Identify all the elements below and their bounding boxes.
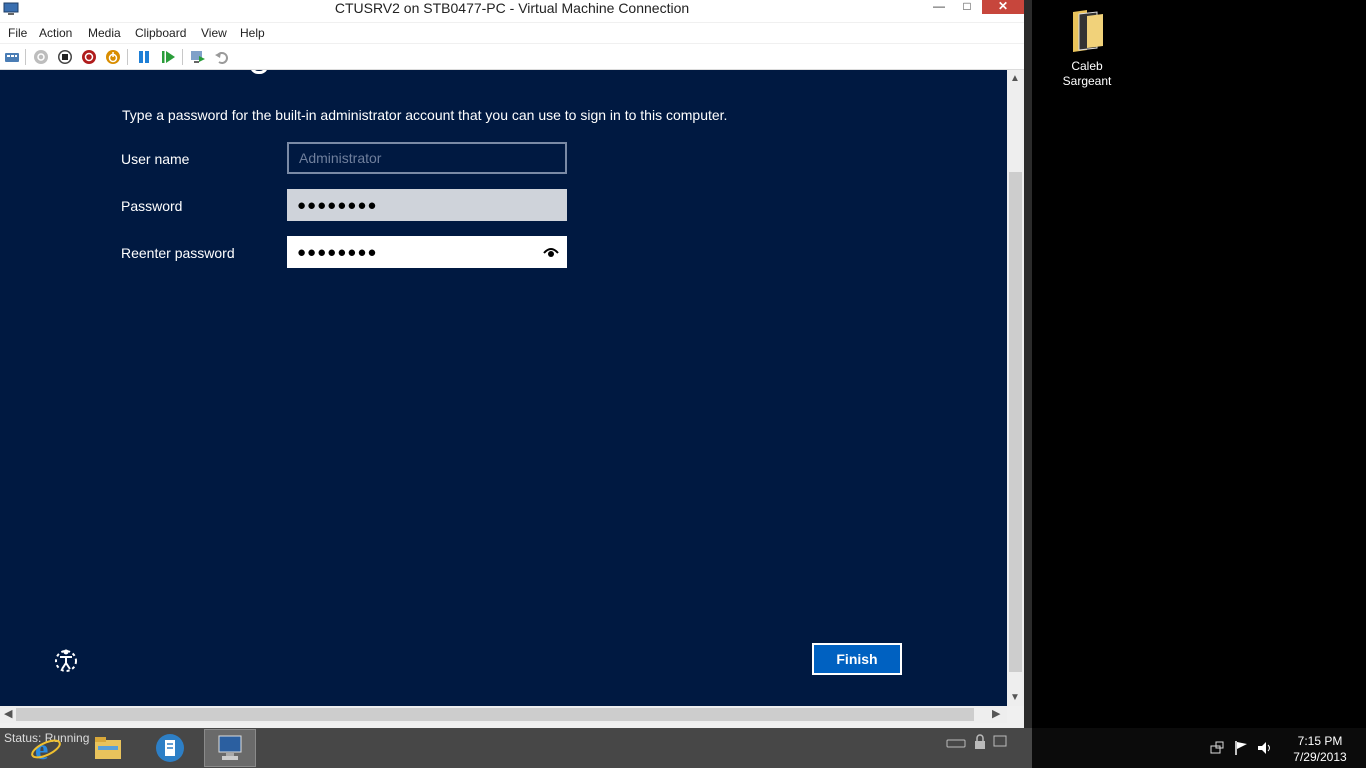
guest-screen[interactable]: Type a password for the built-in adminis… bbox=[0, 70, 1007, 706]
scroll-right-arrow-icon[interactable]: ▶ bbox=[992, 707, 1000, 720]
scroll-left-arrow-icon[interactable]: ◀ bbox=[4, 707, 12, 720]
turn-off-icon[interactable] bbox=[56, 48, 74, 66]
scroll-up-arrow-icon[interactable]: ▲ bbox=[1010, 73, 1020, 84]
checkpoint-icon[interactable] bbox=[189, 48, 207, 66]
taskbar-server-manager[interactable] bbox=[146, 729, 194, 767]
network-tray-icon[interactable] bbox=[1209, 740, 1225, 756]
file-explorer-icon bbox=[95, 737, 121, 759]
menu-bar: File Action Media Clipboard View Help bbox=[0, 23, 1024, 43]
setup-instruction: Type a password for the built-in adminis… bbox=[122, 107, 728, 123]
menu-view[interactable]: View bbox=[201, 26, 227, 40]
action-center-flag-icon[interactable] bbox=[1233, 740, 1249, 756]
menu-action[interactable]: Action bbox=[39, 26, 72, 40]
folder-icon bbox=[1073, 10, 1103, 52]
system-clock[interactable]: 7:15 PM 7/29/2013 bbox=[1282, 733, 1358, 765]
minimize-button[interactable]: — bbox=[925, 0, 953, 14]
close-button[interactable]: ✕ bbox=[982, 0, 1024, 14]
desktop-folder-shortcut[interactable]: Caleb Sargeant bbox=[1058, 6, 1116, 89]
horizontal-scrollbar[interactable]: ◀ ▶ bbox=[0, 706, 1007, 723]
vertical-scrollbar[interactable]: ▲ ▼ bbox=[1007, 70, 1024, 706]
finish-button[interactable]: Finish bbox=[812, 643, 902, 675]
volume-icon[interactable] bbox=[1257, 740, 1273, 756]
reveal-password-icon[interactable] bbox=[543, 245, 559, 259]
save-icon[interactable] bbox=[104, 48, 122, 66]
clock-date: 7/29/2013 bbox=[1293, 750, 1347, 764]
clock-time: 7:15 PM bbox=[1297, 734, 1343, 748]
password-label: Password bbox=[121, 198, 183, 214]
menu-media[interactable]: Media bbox=[88, 26, 121, 40]
window-title: CTUSRV2 on STB0477-PC - Virtual Machine … bbox=[334, 0, 690, 16]
network-status-icon bbox=[993, 735, 1007, 747]
username-field[interactable]: Administrator bbox=[287, 142, 567, 174]
start-icon[interactable] bbox=[32, 48, 50, 66]
lock-status-icon bbox=[975, 734, 985, 749]
reenter-password-value: ●●●●●●●● bbox=[297, 243, 378, 261]
desktop-icon-label-line1: Caleb bbox=[1071, 59, 1103, 73]
scroll-down-arrow-icon[interactable]: ▼ bbox=[1010, 692, 1020, 703]
vm-connection-icon bbox=[218, 735, 242, 760]
taskbar-internet-explorer[interactable]: e bbox=[22, 729, 70, 767]
reset-icon[interactable] bbox=[159, 48, 177, 66]
menu-clipboard[interactable]: Clipboard bbox=[135, 26, 186, 40]
server-manager-icon bbox=[156, 734, 184, 762]
keyboard-status-icon bbox=[946, 739, 966, 748]
password-field[interactable]: ●●●●●●●● bbox=[287, 189, 567, 221]
title-bar[interactable]: CTUSRV2 on STB0477-PC - Virtual Machine … bbox=[0, 0, 1024, 22]
desktop-icon-label-line2: Sargeant bbox=[1062, 74, 1112, 88]
menu-file[interactable]: File bbox=[8, 26, 27, 40]
ease-of-access-icon[interactable] bbox=[52, 646, 80, 674]
ctrl-alt-del-icon[interactable] bbox=[3, 48, 21, 66]
horizontal-scroll-thumb[interactable] bbox=[16, 708, 974, 721]
vm-connection-window: CTUSRV2 on STB0477-PC - Virtual Machine … bbox=[0, 0, 1032, 728]
pause-icon[interactable] bbox=[135, 48, 153, 66]
toolbar bbox=[0, 44, 1024, 70]
revert-icon[interactable] bbox=[213, 48, 231, 66]
username-label: User name bbox=[121, 151, 190, 167]
reenter-password-label: Reenter password bbox=[121, 245, 235, 261]
maximize-button[interactable]: □ bbox=[954, 0, 980, 14]
menu-help[interactable]: Help bbox=[240, 26, 265, 40]
internet-explorer-icon: e bbox=[31, 733, 61, 764]
shut-down-icon[interactable] bbox=[80, 48, 98, 66]
taskbar-file-explorer[interactable] bbox=[84, 729, 132, 767]
reenter-password-field[interactable]: ●●●●●●●● bbox=[287, 236, 567, 268]
vertical-scroll-thumb[interactable] bbox=[1009, 172, 1022, 672]
taskbar: Status: Running e 7:15 PM 7/29/2013 bbox=[0, 728, 1366, 768]
taskbar-vm-connection[interactable] bbox=[204, 729, 256, 767]
heading-glyph bbox=[250, 70, 268, 74]
